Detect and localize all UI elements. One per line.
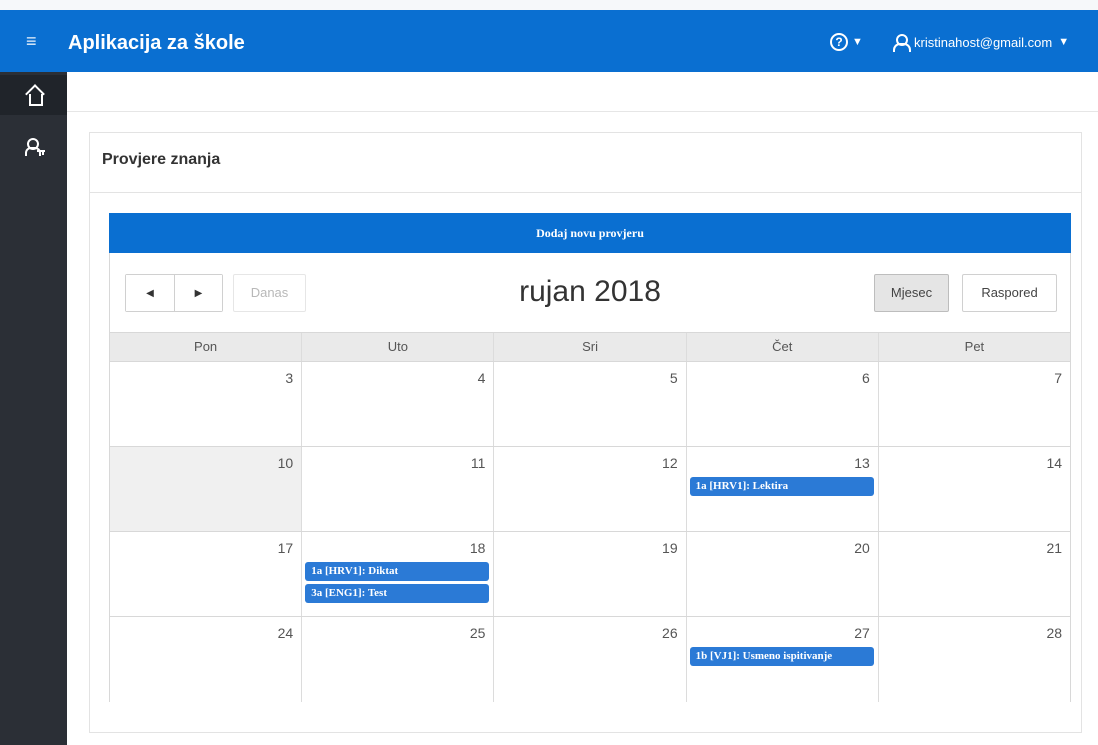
calendar-event[interactable]: 3a [ENG1]: Test <box>305 584 490 603</box>
day-number[interactable]: 20 <box>854 540 870 556</box>
day-number[interactable]: 27 <box>854 625 870 641</box>
day-number[interactable]: 26 <box>662 625 678 641</box>
calendar-day-cell[interactable]: 4 <box>301 362 494 446</box>
help-circle-icon: ? <box>830 33 848 51</box>
day-number[interactable]: 11 <box>471 455 486 471</box>
menu-icon[interactable]: ≡ <box>26 30 44 52</box>
weekday-header-cell: Pon <box>194 339 218 354</box>
calendar-day-cell[interactable]: 19 <box>493 532 686 616</box>
calendar-day-cell[interactable]: 25 <box>301 617 494 702</box>
day-number[interactable]: 12 <box>662 455 678 471</box>
home-icon <box>25 86 43 106</box>
day-number[interactable]: 13 <box>854 455 870 471</box>
help-menu[interactable]: ? ▼ <box>830 32 863 52</box>
day-number[interactable]: 19 <box>662 540 678 556</box>
day-number[interactable]: 28 <box>1046 625 1062 641</box>
day-number[interactable]: 21 <box>1046 540 1062 556</box>
calendar-day-cell[interactable]: 17 <box>110 532 302 616</box>
day-number[interactable]: 4 <box>478 370 486 386</box>
calendar-day-cell[interactable]: 6 <box>685 362 878 446</box>
calendar-week-row: 24 25 26 27 1b [VJ1]: Usmeno ispitivanje… <box>110 617 1071 702</box>
day-number[interactable]: 6 <box>862 370 870 386</box>
add-assessment-button[interactable]: Dodaj novu provjeru <box>109 213 1071 253</box>
caret-down-icon: ▼ <box>852 36 863 48</box>
sidebar-item-home[interactable] <box>0 75 67 115</box>
sidebar <box>0 72 67 745</box>
calendar-day-cell[interactable]: 11 <box>301 447 494 531</box>
sidebar-item-admin[interactable] <box>0 126 67 166</box>
calendar-day-cell[interactable]: 20 <box>685 532 878 616</box>
calendar-day-cell[interactable]: 28 <box>877 617 1071 702</box>
region-title: Provjere znanja <box>102 151 221 168</box>
user-key-icon <box>25 137 45 156</box>
calendar-week-row: 10 11 12 13 1a [HRV1]: Lektira 14 <box>110 447 1071 532</box>
calendar-day-cell[interactable]: 12 <box>493 447 686 531</box>
calendar-day-cell[interactable]: 13 1a [HRV1]: Lektira <box>685 447 878 531</box>
calendar-day-cell[interactable]: 7 <box>877 362 1071 446</box>
month-view-button[interactable]: Mjesec <box>874 274 949 312</box>
day-number[interactable]: 10 <box>278 455 294 471</box>
day-number[interactable]: 14 <box>1046 455 1062 471</box>
calendar-day-cell[interactable]: 5 <box>493 362 686 446</box>
calendar-event[interactable]: 1b [VJ1]: Usmeno ispitivanje <box>689 647 874 666</box>
top-strip <box>0 0 1098 10</box>
day-number[interactable]: 5 <box>670 370 678 386</box>
weekday-header: Pon Uto Sri Čet Pet <box>110 332 1070 362</box>
weekday-header-cell: Uto <box>301 333 493 361</box>
calendar-day-cell-today[interactable]: 10 <box>110 447 302 531</box>
calendar-week-row: 3 4 5 6 7 <box>110 362 1071 447</box>
day-number[interactable]: 24 <box>278 625 294 641</box>
calendar-day-cell[interactable]: 21 <box>877 532 1071 616</box>
breadcrumb-divider <box>67 111 1098 112</box>
calendar-day-cell[interactable]: 24 <box>110 617 302 702</box>
calendar-region: Provjere znanja Dodaj novu provjeru ◀ ▶ … <box>89 132 1082 733</box>
calendar-event[interactable]: 1a [HRV1]: Lektira <box>689 477 874 496</box>
caret-down-icon: ▼ <box>1058 36 1070 48</box>
calendar-day-cell[interactable]: 3 <box>110 362 302 446</box>
calendar-day-cell[interactable]: 14 <box>877 447 1071 531</box>
user-email: kristinahost@gmail.com <box>914 34 1053 50</box>
calendar-event[interactable]: 1a [HRV1]: Diktat <box>305 562 490 581</box>
calendar: ◀ ▶ Danas rujan 2018 Mjesec Raspored Pon… <box>109 253 1071 702</box>
user-menu[interactable]: kristinahost@gmail.com ▼ <box>892 31 1069 53</box>
calendar-day-cell[interactable]: 26 <box>493 617 686 702</box>
calendar-week-row: 17 18 1a [HRV1]: Diktat 3a [ENG1]: Test … <box>110 532 1071 617</box>
weekday-header-cell: Pet <box>877 333 1070 361</box>
schedule-view-button[interactable]: Raspored <box>962 274 1057 312</box>
weekday-header-cell: Sri <box>493 333 685 361</box>
weekday-header-cell: Čet <box>685 333 878 361</box>
app-title[interactable]: Aplikacija za škole <box>68 30 245 56</box>
user-icon <box>892 34 911 52</box>
app-header: ≡ Aplikacija za škole ? ▼ kristinahost@g… <box>0 10 1098 72</box>
day-number[interactable]: 18 <box>470 540 486 556</box>
calendar-day-cell[interactable]: 27 1b [VJ1]: Usmeno ispitivanje <box>685 617 878 702</box>
day-number[interactable]: 3 <box>285 370 293 386</box>
calendar-day-cell[interactable]: 18 1a [HRV1]: Diktat 3a [ENG1]: Test <box>301 532 494 616</box>
day-number[interactable]: 7 <box>1054 370 1062 386</box>
day-number[interactable]: 25 <box>470 625 486 641</box>
calendar-grid: Pon Uto Sri Čet Pet 3 4 5 6 7 10 11 12 1… <box>110 332 1071 702</box>
region-header: Provjere znanja <box>90 133 1081 193</box>
day-number[interactable]: 17 <box>278 540 294 556</box>
